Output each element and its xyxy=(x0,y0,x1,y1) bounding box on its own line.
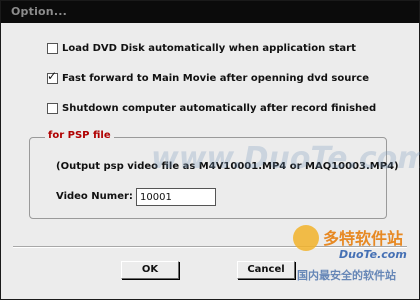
shutdown-checkbox[interactable] xyxy=(47,102,58,114)
watermark-brand-url: DuoTe.com xyxy=(339,248,407,261)
option-shutdown-row[interactable]: Shutdown computer automatically after re… xyxy=(47,100,376,116)
load-dvd-checkbox[interactable] xyxy=(47,42,58,54)
psp-group-legend: for PSP file xyxy=(45,130,114,141)
ok-button[interactable]: OK xyxy=(121,261,179,279)
option-dialog: Option... Load DVD Disk automatically wh… xyxy=(0,0,420,300)
load-dvd-label: Load DVD Disk automatically when applica… xyxy=(62,42,356,54)
option-load-dvd-row[interactable]: Load DVD Disk automatically when applica… xyxy=(47,40,356,56)
watermark-brand: 多特软件站 xyxy=(323,229,404,248)
watermark-site: www.DuoTe.com xyxy=(151,141,420,176)
cancel-button[interactable]: Cancel xyxy=(237,261,295,279)
watermark-slogan: 国内最安全的软件站 xyxy=(297,269,396,282)
window-title: Option... xyxy=(11,5,67,18)
option-fast-forward-row[interactable]: ✓ Fast forward to Main Movie after openn… xyxy=(47,70,369,86)
fast-forward-label: Fast forward to Main Movie after opennin… xyxy=(62,72,370,84)
video-number-label: Video Numer: xyxy=(56,191,133,202)
fast-forward-checkbox[interactable]: ✓ xyxy=(47,68,58,84)
video-number-input[interactable] xyxy=(136,188,216,206)
title-bar[interactable]: Option... xyxy=(1,1,419,23)
shutdown-label: Shutdown computer automatically after re… xyxy=(62,102,377,114)
checkmark-icon: ✓ xyxy=(47,68,58,83)
watermark-mascot-icon xyxy=(293,225,319,251)
